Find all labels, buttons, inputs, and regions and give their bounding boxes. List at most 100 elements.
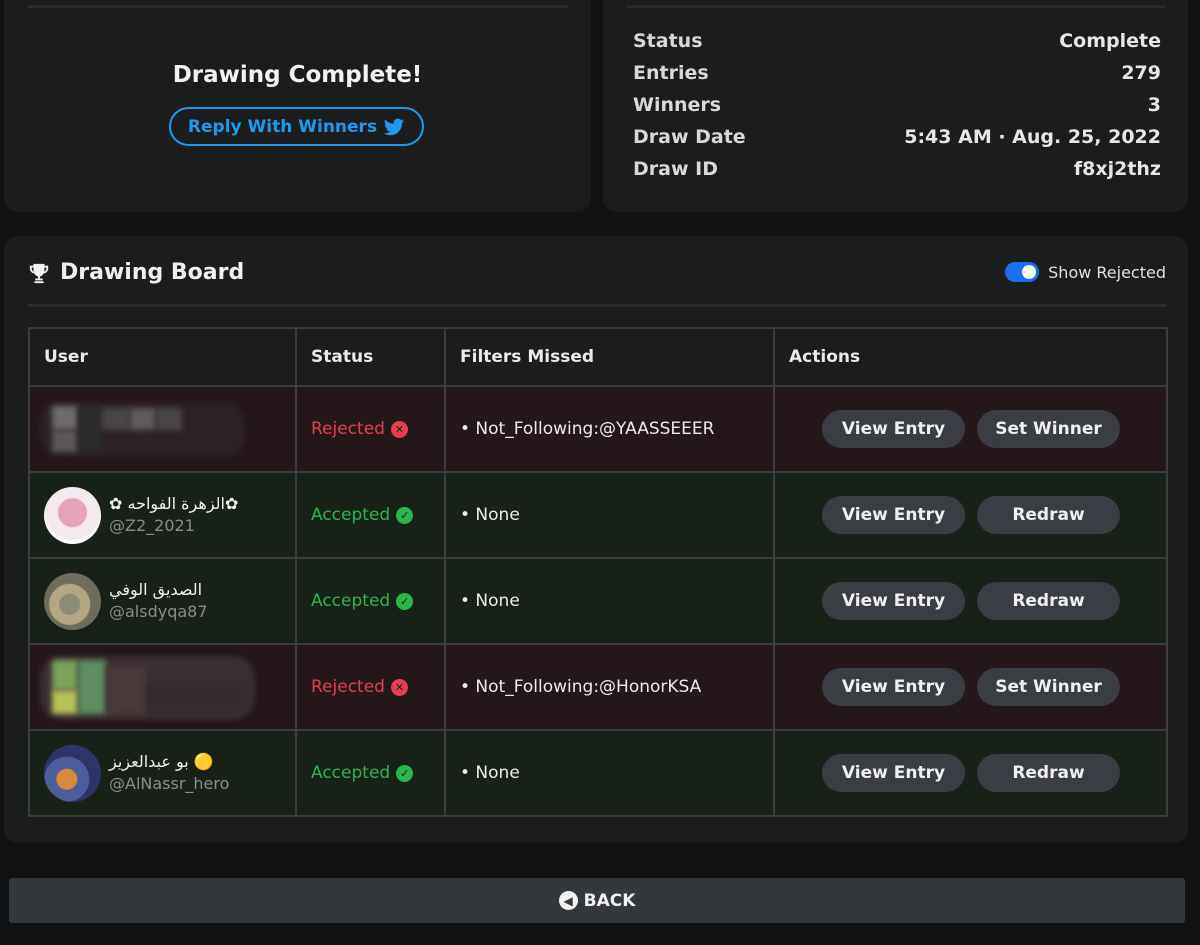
blurred-user-image xyxy=(40,652,255,722)
user-display-name: ✿ الزهرة الفواحه✿ xyxy=(109,494,239,513)
view-entry-button[interactable]: View Entry xyxy=(822,754,965,792)
stat-winners: Winners 3 xyxy=(633,94,1161,126)
view-entry-button[interactable]: View Entry xyxy=(822,410,965,448)
entries-table: User Status Filters Missed Actions Rejec… xyxy=(28,327,1168,817)
user-cell: بو عبدالعزيز 🟡 @AlNassr_hero xyxy=(28,729,297,817)
filters-cell: • Not_Following:@YAASSEEER xyxy=(444,385,775,473)
stat-label: Draw ID xyxy=(633,158,718,180)
filter-missed: • None xyxy=(460,505,520,525)
filter-missed: • None xyxy=(460,763,520,783)
board-title: Drawing Board xyxy=(60,260,245,285)
divider xyxy=(28,5,568,8)
status-cell: Rejected ✕ xyxy=(295,385,446,473)
board-header: Drawing Board xyxy=(28,260,244,285)
check-circle-icon: ✓ xyxy=(396,506,414,524)
actions-cell: View Entry Redraw xyxy=(773,471,1168,559)
user-cell xyxy=(28,385,297,473)
avatar xyxy=(44,486,101,544)
stat-value: f8xj2thz xyxy=(1073,158,1161,180)
stat-draw-date: Draw Date 5:43 AM · Aug. 25, 2022 xyxy=(633,126,1161,158)
twitter-bird-icon xyxy=(383,118,405,135)
user-handle: @Z2_2021 xyxy=(109,516,195,535)
filters-cell: • Not_Following:@HonorKSA xyxy=(444,643,775,731)
status-cell: Accepted ✓ xyxy=(295,557,446,645)
user-cell xyxy=(28,643,297,731)
column-header-user: User xyxy=(28,327,297,387)
filter-missed: • Not_Following:@HonorKSA xyxy=(460,677,702,697)
reply-with-winners-label: Reply With Winners xyxy=(187,116,378,137)
filters-cell: • None xyxy=(444,557,775,645)
redraw-button[interactable]: Redraw xyxy=(977,754,1120,792)
stat-value: Complete xyxy=(1059,30,1161,52)
avatar xyxy=(44,744,101,802)
user-handle: @alsdyqa87 xyxy=(109,602,208,621)
drawing-complete-heading: Drawing Complete! xyxy=(172,62,423,88)
stat-value: 279 xyxy=(1121,62,1161,84)
status-text: Accepted xyxy=(311,591,391,611)
user-handle: @AlNassr_hero xyxy=(109,774,230,793)
x-circle-icon: ✕ xyxy=(390,420,408,438)
divider xyxy=(28,304,1166,307)
table-row: الصديق الوفي @alsdyqa87 Accepted ✓ • Non… xyxy=(28,557,1168,645)
blurred-user-image xyxy=(40,394,254,464)
reply-with-winners-button[interactable]: Reply With Winners xyxy=(169,107,424,146)
redraw-button[interactable]: Redraw xyxy=(977,582,1120,620)
stat-status: Status Complete xyxy=(633,30,1161,62)
actions-cell: View Entry Redraw xyxy=(773,729,1168,817)
status-cell: Accepted ✓ xyxy=(295,471,446,559)
view-entry-button[interactable]: View Entry xyxy=(822,582,965,620)
stat-label: Status xyxy=(633,30,703,52)
check-circle-icon: ✓ xyxy=(396,764,414,782)
stat-entries: Entries 279 xyxy=(633,62,1161,94)
set-winner-button[interactable]: Set Winner xyxy=(977,668,1120,706)
actions-cell: View Entry Redraw xyxy=(773,557,1168,645)
user-cell: ✿ الزهرة الفواحه✿ @Z2_2021 xyxy=(28,471,297,559)
drawing-summary-card: Drawing Complete! Reply With Winners xyxy=(4,0,591,212)
user-display-name: الصديق الوفي xyxy=(109,580,203,599)
trophy-icon xyxy=(29,263,49,283)
table-row: Rejected ✕ • Not_Following:@YAASSEEER Vi… xyxy=(28,385,1168,473)
status-text: Accepted xyxy=(311,763,391,783)
status-accepted: Accepted ✓ xyxy=(311,505,414,525)
divider xyxy=(627,5,1165,8)
view-entry-button[interactable]: View Entry xyxy=(822,496,965,534)
stat-label: Winners xyxy=(633,94,722,116)
stat-draw-id: Draw ID f8xj2thz xyxy=(633,158,1161,190)
back-button[interactable]: ◀ BACK xyxy=(9,878,1185,923)
filters-cell: • None xyxy=(444,471,775,559)
set-winner-button[interactable]: Set Winner xyxy=(977,410,1120,448)
x-circle-icon: ✕ xyxy=(390,678,408,696)
stats-list: Status Complete Entries 279 Winners 3 Draw … xyxy=(633,30,1161,190)
filters-cell: • None xyxy=(444,729,775,817)
status-cell: Rejected ✕ xyxy=(295,643,446,731)
column-header-actions: Actions xyxy=(773,327,1168,387)
column-header-filters: Filters Missed xyxy=(444,327,775,387)
status-text: Rejected xyxy=(311,419,385,439)
table-header-row: User Status Filters Missed Actions xyxy=(28,327,1168,387)
column-header-status: Status xyxy=(295,327,446,387)
status-text: Accepted xyxy=(311,505,391,525)
back-label: BACK xyxy=(583,890,636,911)
check-circle-icon: ✓ xyxy=(396,592,414,610)
redraw-button[interactable]: Redraw xyxy=(977,496,1120,534)
show-rejected-toggle[interactable] xyxy=(1005,262,1040,282)
show-rejected-label: Show Rejected xyxy=(1048,262,1166,282)
drawing-stats-card: Status Complete Entries 279 Winners 3 Draw … xyxy=(603,0,1188,212)
actions-cell: View Entry Set Winner xyxy=(773,643,1168,731)
show-rejected-control: Show Rejected xyxy=(1005,262,1166,282)
status-accepted: Accepted ✓ xyxy=(311,591,414,611)
filter-missed: • Not_Following:@YAASSEEER xyxy=(460,419,715,439)
view-entry-button[interactable]: View Entry xyxy=(822,668,965,706)
stat-label: Entries xyxy=(633,62,709,84)
table-row: ✿ الزهرة الفواحه✿ @Z2_2021 Accepted ✓ • … xyxy=(28,471,1168,559)
stat-label: Draw Date xyxy=(633,126,746,148)
status-cell: Accepted ✓ xyxy=(295,729,446,817)
stat-value: 5:43 AM · Aug. 25, 2022 xyxy=(904,126,1161,148)
drawing-board-card: Drawing Board Show Rejected User Status … xyxy=(4,236,1188,843)
user-cell: الصديق الوفي @alsdyqa87 xyxy=(28,557,297,645)
table-row: Rejected ✕ • Not_Following:@HonorKSA Vie… xyxy=(28,643,1168,731)
status-accepted: Accepted ✓ xyxy=(311,763,414,783)
status-text: Rejected xyxy=(311,677,385,697)
filter-missed: • None xyxy=(460,591,520,611)
avatar xyxy=(44,572,101,630)
